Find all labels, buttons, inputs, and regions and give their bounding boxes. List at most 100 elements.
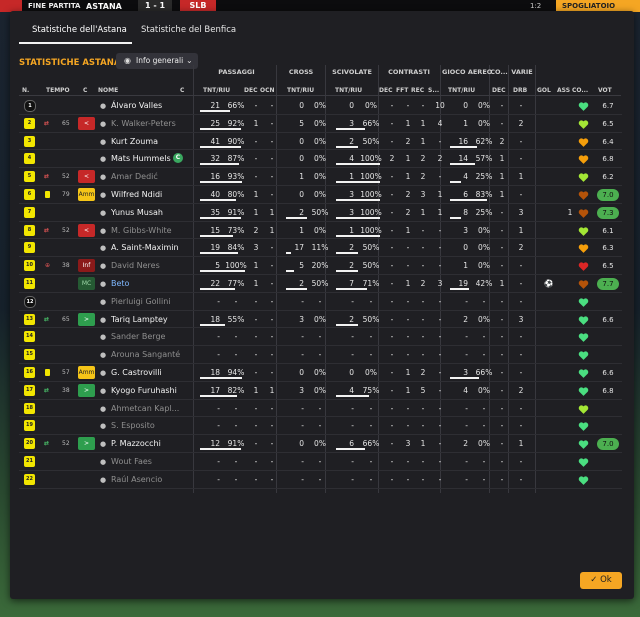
player-row[interactable]: 20 ⇄ 52 > ● P. Mazzocchi 12 91% - -0 0% 6 66% -3 1-2 0%… [10,435,634,453]
player-name[interactable]: Kyogo Furuhashi [111,386,177,395]
player-name[interactable]: Arouna Sanganté [111,350,180,359]
player-action-button[interactable]: < [78,116,95,130]
player-name[interactable]: Raúl Asencio [111,475,162,484]
stat-rec: - [421,350,425,360]
player-name[interactable]: M. Gibbs-White [111,226,172,235]
player-row[interactable]: 15 ● Arouna Sanganté - - - - - - - - - - - - - - - - [10,346,634,364]
player-row[interactable]: 19 ● S. Esposito - - - - - - - - - - - - - - - - [10,417,634,436]
player-row[interactable]: 6 79 Amm ● Wilfred Ndidi 40 80% 1-0 0% 3 100% -2 3 1 6… [10,186,634,204]
player-row[interactable]: 13 ⇄ 65 > ● Tariq Lamptey 18 55% - -3 0% 2 50% - - - -2 0… [10,311,634,329]
player-name[interactable]: Pierluigi Gollini [111,297,171,306]
player-name[interactable]: Mats Hummels [111,154,171,163]
condition-heart-icon [578,350,589,361]
player-action-button[interactable]: Inf [78,259,95,273]
col-header-cross[interactable]: TNT/RIU [287,87,314,94]
player-row[interactable]: 1 ● Álvaro Valles 21 66% - -0 0% 0 0% - - -10 0 0% - -6.… [10,97,634,115]
stat-p_t: 17 [210,385,220,395]
player-name[interactable]: Wilfred Ndidi [111,190,162,199]
stat-sc_r: 71% [362,279,380,288]
stat-dec: - [254,457,258,466]
player-row[interactable]: 2 ⇄ 65 < ● K. Walker-Peters 25 92% 1-5 0% 3 66% -1 1 4… [10,115,634,133]
col-header-aereo[interactable]: TNT/RIU [448,87,475,94]
player-row[interactable]: 7 ● Yunus Musah 35 91% 1 1 2 50% 3 100% -2 1 1 8 25% -3 1… [10,204,634,222]
player-action-button[interactable]: > [78,312,95,326]
col-header-ocn[interactable]: OCN [260,87,275,94]
player-name[interactable]: P. Mazzocchi [111,439,161,448]
player-name[interactable]: Kurt Zouma [111,137,158,146]
player-action-button[interactable]: Amm [78,366,95,379]
player-row[interactable]: 12 ● Pierluigi Gollini - - - - - - - - - - - - - - - - [10,293,634,311]
success-bar [450,163,476,166]
shirt-number: 9 [24,242,35,254]
col-header-s[interactable]: S... [428,87,439,94]
col-header-drb[interactable]: DRB [513,87,527,94]
shirt-number: 10 [24,260,35,272]
col-header-rec[interactable]: REC [411,87,424,94]
player-row[interactable]: 17 ⇄ 38 > ● Kyogo Furuhashi 17 82% 1 1 3 0% 4 75% -1 5-… [10,382,634,400]
col-header-nome[interactable]: NOME [98,87,118,94]
col-header-dec[interactable]: DEC [244,87,257,94]
player-row[interactable]: 8 ⇄ 52 < ● M. Gibbs-White 15 73% 2 1 1 0% 1 100% -1- -3… [10,222,634,240]
col-header-pass[interactable]: TNT/RIU [203,87,230,94]
col-header-c[interactable]: C [83,87,87,94]
player-name[interactable]: Álvaro Valles [111,101,162,110]
player-name[interactable]: David Neres [111,261,160,270]
col-header-ass[interactable]: ASS [557,87,570,94]
col-header-sciv[interactable]: TNT/RIU [335,87,362,94]
success-bar [200,163,240,166]
player-action-button[interactable]: < [78,170,95,184]
col-header-gol[interactable]: GOL [537,87,551,94]
col-header-cdec[interactable]: DEC [379,87,392,94]
info-dropdown[interactable]: ◉ Info generali ⌄ [116,53,198,69]
stat-s: 10 [435,101,445,110]
player-row[interactable]: 11 MC ● Beto 22 77% 1-2 50% 7 71% -1 2 3 19 42% 1- ⚽ 7.7 [10,275,634,293]
stat-rec: - [421,296,425,306]
col-header-vot[interactable]: VOT [598,87,612,94]
player-row[interactable]: 16 57 Amm ● G. Castrovilli 18 94% - -0 0% 0 0% -1 2-3… [10,364,634,382]
col-header-fft[interactable]: FFT [396,87,408,94]
player-action-button[interactable]: > [78,437,95,451]
player-name[interactable]: S. Esposito [111,421,155,430]
tab-benfica-stats[interactable]: Statistiche del Benfica [141,25,236,35]
player-row[interactable]: 4 ● Mats Hummels C 32 87% - -0 0% 4 100% 2 1 2 2 14 57% 1… [10,150,634,169]
player-name[interactable]: Beto [111,279,129,288]
player-row[interactable]: 10 ⊕ 38 Inf ● David Neres 5 100% 1-5 20% 2 50% - - - -1… [10,257,634,275]
col-header-codec[interactable]: DEC [492,87,505,94]
player-row[interactable]: 14 ● Sander Berge - - - - - - - - - - - - - - - - [10,328,634,347]
player-name[interactable]: Yunus Musah [111,208,163,217]
player-action-button[interactable]: > [78,383,95,397]
player-action-button[interactable]: MC [78,277,95,290]
player-action-button[interactable]: < [78,223,95,237]
condition-heart-icon [578,243,589,254]
stat-sc_r: - [369,296,373,306]
player-name[interactable]: K. Walker-Peters [111,119,176,128]
ok-button[interactable]: ✓ Ok [580,572,622,589]
col-header-n[interactable]: N. [22,87,29,94]
player-row[interactable]: 22 ● Raúl Asencio - - - - - - - - - - - - - - - - [10,471,634,489]
player-name[interactable]: Amar Dedić [111,172,158,181]
player-name[interactable]: A. Saint-Maximin [111,243,179,252]
tab-astana-stats[interactable]: Statistiche dell'Astana [32,25,127,35]
player-name[interactable]: G. Castrovilli [111,368,162,377]
player-name[interactable]: Sander Berge [111,332,165,341]
player-row[interactable]: 21 ● Wout Faes - - - - - - - - - - - - - - - - [10,453,634,471]
player-row[interactable]: 5 ⇄ 52 < ● Amar Dedić 16 93% - -1 0% 1 100% -1 2-4 25% 1… [10,168,634,186]
player-action-button[interactable]: Amm [78,188,95,201]
shirt-number: 14 [24,331,35,343]
player-name[interactable]: Ahmetcan Kapl... [111,404,179,413]
player-row[interactable]: 9 ● A. Saint-Maximin 19 84% 3-17 11% 2 50% - - - -0 0… [10,239,634,258]
success-bar [336,288,368,290]
stat-codec: 1 [499,279,505,288]
stat-cr_t: 1 [299,225,304,235]
col-header-c2[interactable]: C [180,87,184,94]
player-name[interactable]: Tariq Lamptey [111,315,168,324]
player-row[interactable]: 18 ● Ahmetcan Kapl... - - - - - - - - - - - - - - - - [10,400,634,418]
player-row[interactable]: 3 ● Kurt Zouma 41 90% - -0 0% 2 50% -2 1-16 62% 2-6.4 [10,133,634,151]
condition-heart-icon [578,119,589,130]
stat-dec: 1 [253,385,259,395]
col-header-tempo[interactable]: TEMPO [46,87,70,94]
condition-heart-icon [578,297,589,308]
stat-s: - [438,172,442,182]
player-name[interactable]: Wout Faes [111,457,152,466]
col-header-co[interactable]: CO... [572,87,588,94]
